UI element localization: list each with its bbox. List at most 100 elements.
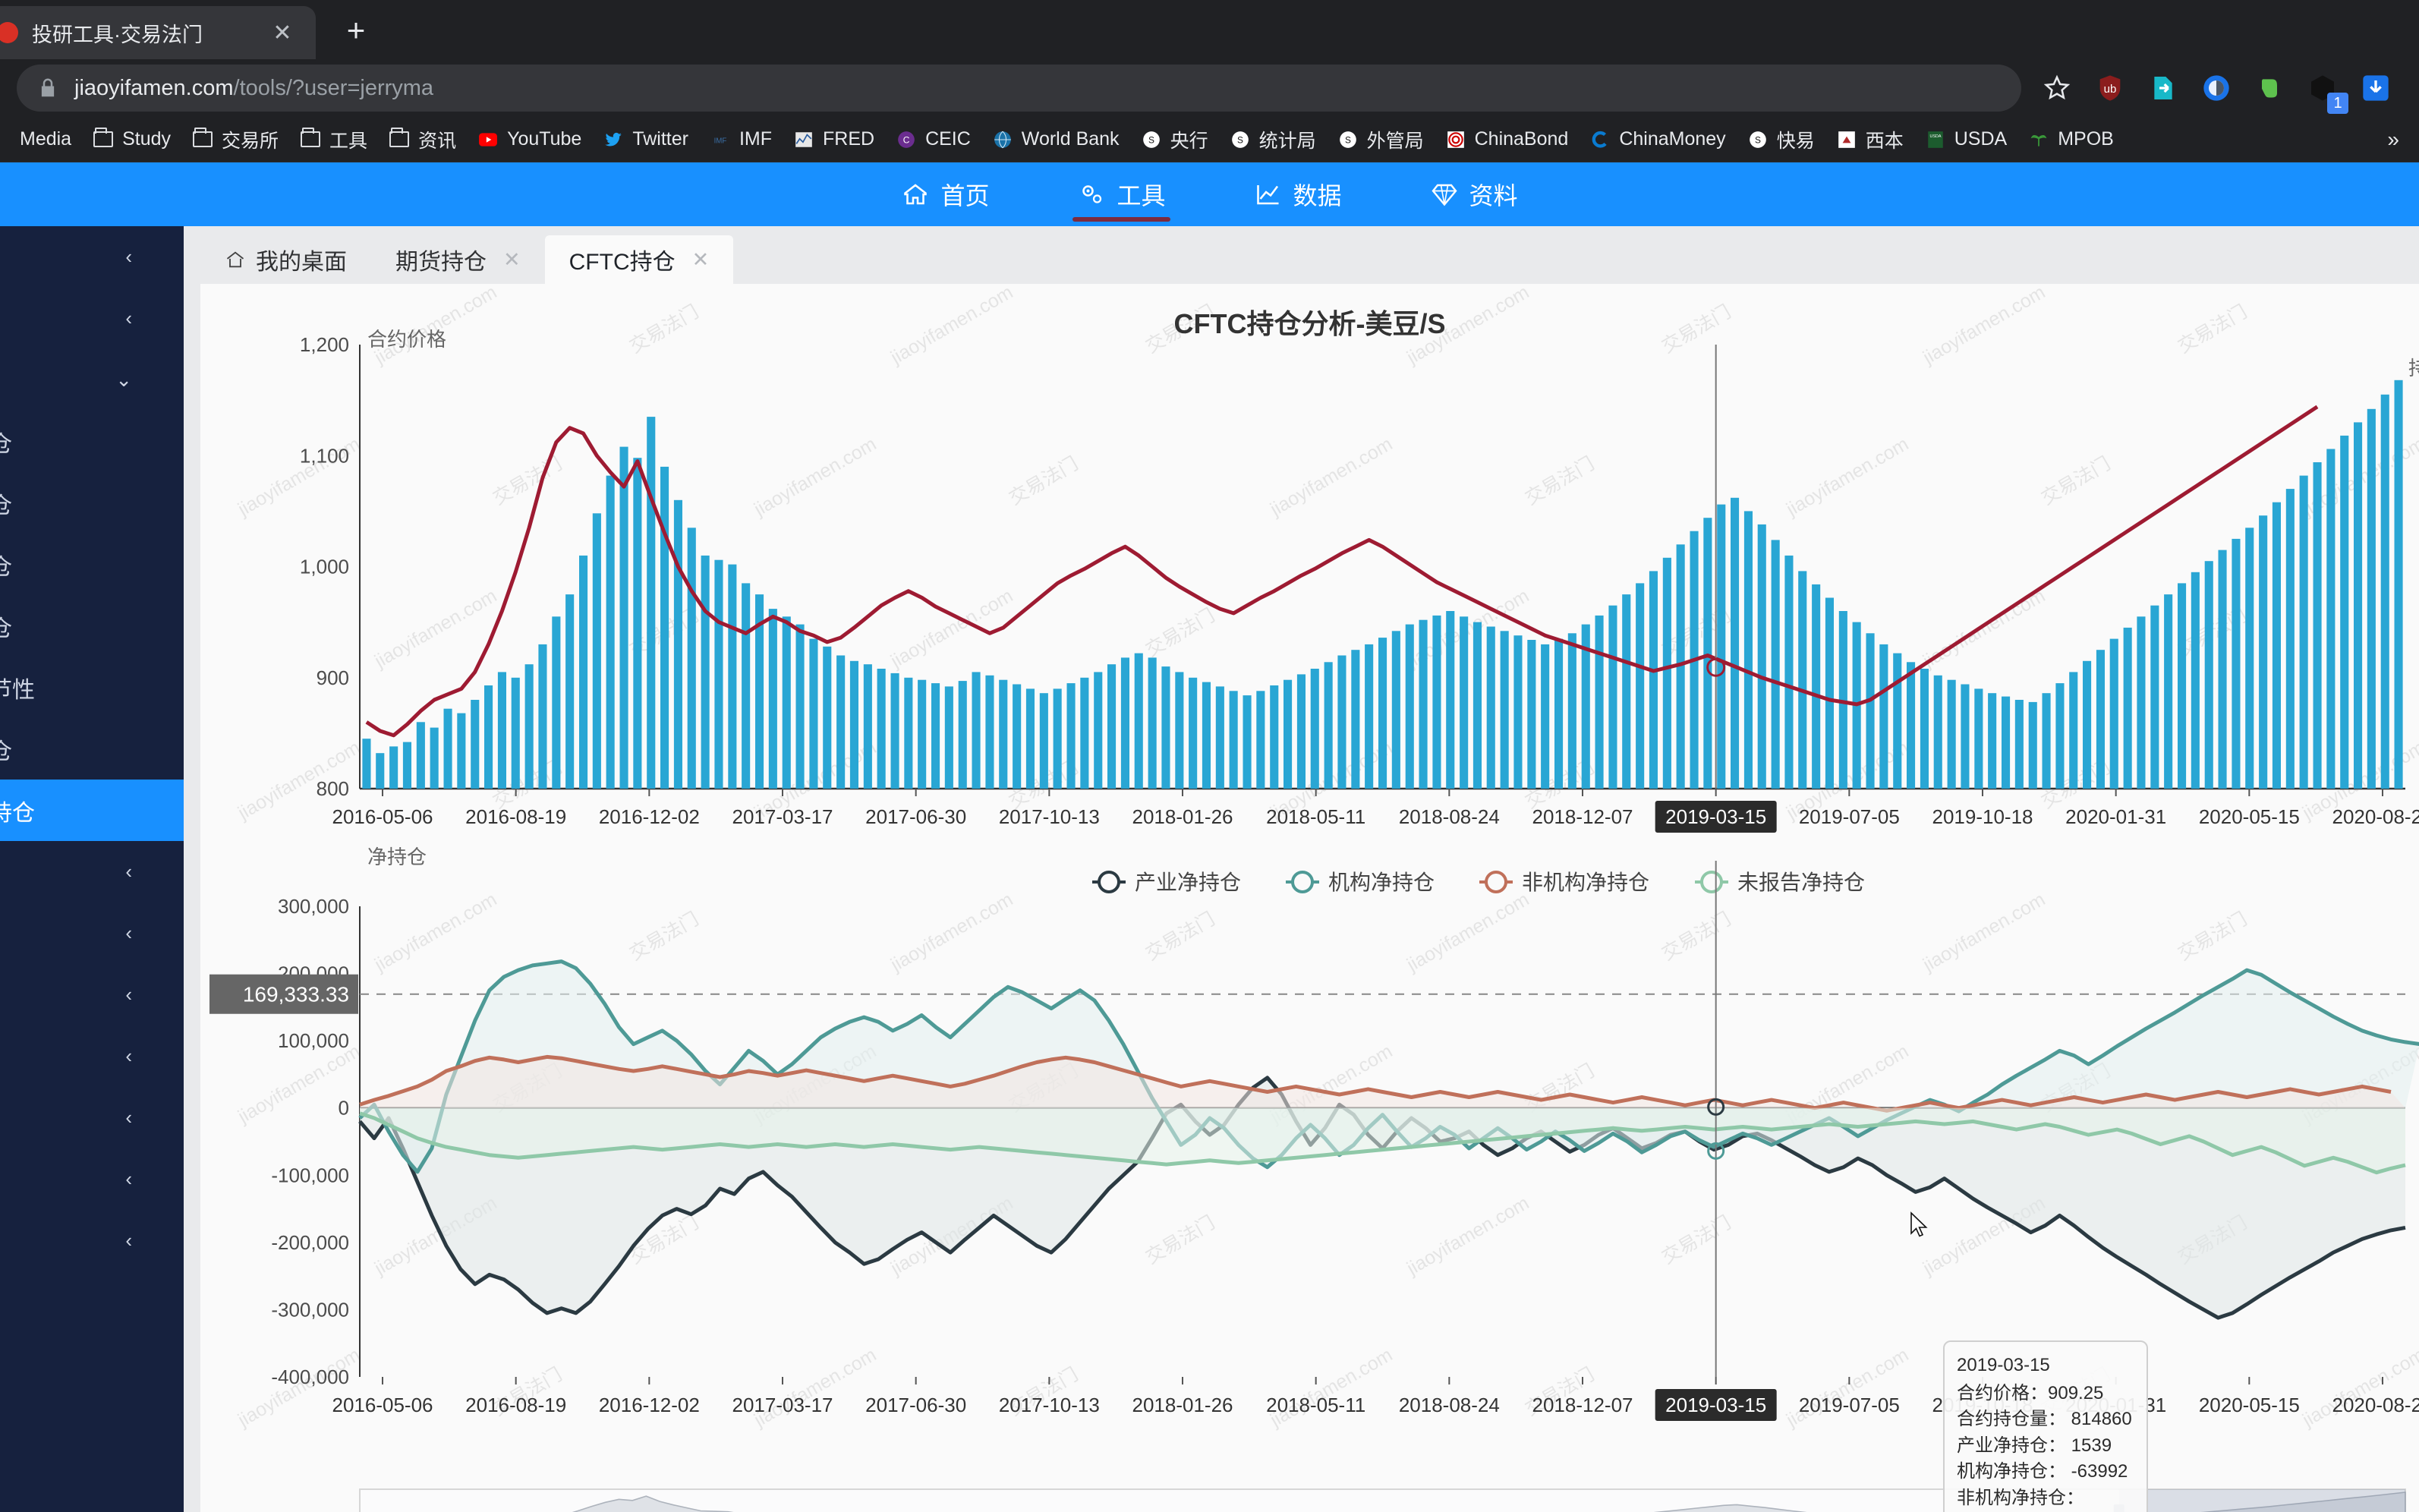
bookmark-item[interactable]: 西本 [1828,123,1911,156]
y-tick-label: 1,000 [300,556,349,578]
sidebar-item[interactable]: ‹ [0,1210,184,1271]
url-text: jiaoyifamen.com/tools/?user=jerryma [74,76,433,101]
bar [1771,540,1780,789]
bookmark-item[interactable]: IMF IMF [702,125,780,153]
bar [2285,489,2295,789]
bookmark-item[interactable]: Twitter [595,125,696,153]
sidebar-item[interactable]: ‹ [0,902,184,964]
bar [1365,644,1374,789]
sidebar-item[interactable]: 仓 [0,411,184,472]
bar [1189,677,1198,789]
x-tick-label: 2020-05-15 [2199,805,2300,828]
ublock-origin-icon[interactable]: ub [2090,68,2130,108]
browser-tab[interactable]: 投研工具·交易法门 ✕ [0,6,316,59]
xiben-icon [1836,129,1857,150]
bookmark-item[interactable]: ChinaMoney [1582,125,1733,153]
bookmark-item[interactable]: C CEIC [888,125,978,153]
bar [402,742,411,789]
sidebar-item[interactable]: ‹ [0,964,184,1025]
x-tick-label: 2018-01-26 [1132,1394,1233,1416]
sidebar-item[interactable]: ‹ [0,1087,184,1148]
x-tick-label: 2018-05-11 [1266,1394,1365,1416]
nav-item-tools[interactable]: 工具 [1072,162,1170,226]
legend-marker-circle [1291,871,1314,893]
bar [1757,524,1766,789]
chinabond-icon [1445,129,1466,150]
nav-item-library[interactable]: 资料 [1425,162,1523,226]
folder-icon [192,128,213,150]
bookmark-item[interactable]: Media [12,125,79,153]
bookmark-item[interactable]: 工具 [292,123,375,156]
nav-item-data[interactable]: 数据 [1249,162,1347,226]
bookmark-star-icon[interactable] [2037,68,2077,108]
bookmark-item[interactable]: FRED [786,125,882,153]
tab-cftc-positions[interactable]: CFTC持仓 ✕ [544,235,734,284]
bookmark-item[interactable]: S 央行 [1133,123,1216,156]
bar [958,681,967,789]
chart-card: 交易法门jiaoyifamen.com交易法门jiaoyifamen.com交易… [200,284,2419,1512]
bookmark-item[interactable]: 交易所 [184,123,286,156]
bookmark-item[interactable]: S 快易 [1740,123,1822,156]
tab-my-desktop[interactable]: 我的桌面 [200,235,371,284]
close-icon[interactable]: ✕ [503,248,521,272]
x-tick-label: 2018-08-24 [1399,805,1500,828]
youtube-icon [477,129,499,150]
bookmark-item[interactable]: S 外管局 [1330,123,1432,156]
new-tab-button[interactable]: + [334,11,378,55]
globe-icon: S [1230,129,1251,150]
nav-item-home[interactable]: 首页 [896,162,994,226]
bookmark-item[interactable]: 资讯 [381,123,464,156]
sidebar-item[interactable]: 仓 [0,718,184,780]
sidebar-item[interactable]: 仓 [0,534,184,595]
globe-icon: S [1337,129,1359,150]
address-bar[interactable]: jiaoyifamen.com/tools/?user=jerryma [17,65,2021,112]
bookmark-item[interactable]: World Bank [984,125,1127,153]
sidebar-item-cftc-positions[interactable]: 持仓 [0,780,184,841]
bar [782,616,791,789]
sidebar-item[interactable]: ‹ [0,288,184,349]
price-openinterest-chart[interactable]: 合约价格 800 900 1,000 1,100 1,200 2016-05-06 2016-… [200,329,2419,853]
tab-futures-positions[interactable]: 期货持仓 ✕ [371,235,545,284]
sidebar-item[interactable]: 节性 [0,657,184,718]
bookmark-item[interactable]: ChinaBond [1438,125,1576,153]
evernote-icon[interactable] [2250,68,2289,108]
bar [1595,615,1604,789]
sidebar-item[interactable]: ⌄ [0,349,184,411]
bar [1066,683,1076,789]
bookmark-item[interactable]: Study [85,125,178,153]
sidebar-item[interactable]: ‹ [0,1148,184,1210]
cube-extension-icon[interactable]: 1 [2303,68,2348,114]
bookmark-label: 央行 [1170,130,1208,152]
sidebar-item[interactable]: ‹ [0,226,184,288]
bar [1743,511,1753,789]
bookmark-item[interactable]: MPOB [2021,125,2121,153]
blue-circle-icon[interactable] [2197,68,2236,108]
close-icon[interactable]: ✕ [267,20,298,46]
chevron-left-icon: ‹ [125,1167,132,1190]
bookmarks-overflow-button[interactable]: » [2387,128,2407,152]
x-tick-label: 2016-12-02 [599,1394,700,1416]
bar [552,616,561,789]
sidebar-item[interactable]: ‹ [0,841,184,902]
lock-icon [41,78,55,97]
bookmark-item[interactable]: USDA USDA [1917,125,2014,153]
bar [1120,657,1129,789]
bars-group [362,380,2403,789]
sidebar-item[interactable]: 仓 [0,472,184,534]
bar [1405,624,1414,789]
close-icon[interactable]: ✕ [692,248,710,272]
bar [836,655,846,789]
mpob-icon [2028,129,2049,150]
sidebar-item[interactable]: ‹ [0,1025,184,1087]
bar [2367,408,2376,789]
sidebar-item[interactable]: 仓 [0,595,184,657]
bookmark-label: 工具 [329,130,368,152]
y-tick-label: 1,200 [300,333,349,356]
x-tick-label: 2017-10-13 [999,1394,1100,1416]
bookmark-item[interactable]: S 统计局 [1222,123,1324,156]
download-manager-icon[interactable] [2356,68,2395,108]
nav-item-label: 数据 [1293,182,1342,209]
export-icon[interactable] [2143,68,2183,108]
bookmark-label: FRED [823,128,875,150]
bookmark-item[interactable]: YouTube [470,125,589,153]
